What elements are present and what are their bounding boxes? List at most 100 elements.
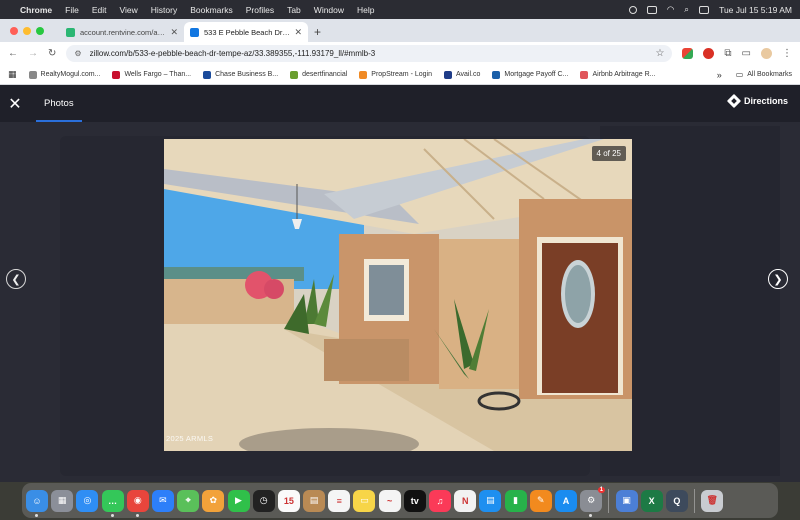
clock[interactable]: Tue Jul 15 5:19 AM: [719, 5, 792, 15]
battery-icon[interactable]: [646, 5, 657, 14]
close-viewer-icon[interactable]: ✕: [0, 86, 30, 122]
tv-icon[interactable]: tv: [403, 489, 426, 512]
directions-label: Directions: [743, 96, 788, 106]
facetime-icon[interactable]: ▶: [227, 489, 250, 512]
news-icon[interactable]: N: [454, 489, 477, 512]
bookmark-star-icon[interactable]: ☆: [655, 48, 664, 59]
new-tab-icon[interactable]: +: [314, 25, 321, 39]
keynote-icon[interactable]: ▤: [479, 489, 502, 512]
extensions-puzzle-icon[interactable]: ⧉: [724, 48, 731, 59]
trash-icon[interactable]: 🗑: [701, 489, 724, 512]
bookmark-airbnb-arbitrage[interactable]: Airbnb Arbitrage R...: [580, 70, 656, 79]
menu-edit[interactable]: Edit: [92, 5, 107, 15]
photos-icon[interactable]: ✿: [202, 489, 225, 512]
launchpad-icon[interactable]: ▦: [51, 489, 74, 512]
dock-separator: [694, 488, 696, 513]
menu-file[interactable]: File: [65, 5, 79, 15]
photo-viewer: ✕ Photos Directions ❮ ❯ 4 of 25 2025 ARM…: [0, 86, 800, 482]
bookmark-mortgage-payoff[interactable]: Mortgage Payoff C...: [492, 70, 569, 79]
chrome-menu-icon[interactable]: ⋮: [782, 48, 792, 59]
back-icon[interactable]: ←: [8, 48, 18, 59]
close-window-button[interactable]: [10, 27, 18, 35]
site-info-icon[interactable]: ⚙: [74, 49, 81, 58]
calendar-icon[interactable]: 15: [277, 489, 300, 512]
chrome-icon[interactable]: ◉: [126, 489, 149, 517]
bookmark-chase[interactable]: Chase Business B...: [203, 70, 278, 79]
safari-icon[interactable]: ◎: [76, 489, 99, 512]
menu-bookmarks[interactable]: Bookmarks: [190, 5, 233, 15]
control-center-icon[interactable]: [699, 5, 710, 14]
previous-photo-button[interactable]: ❮: [6, 269, 26, 289]
reload-icon[interactable]: ↻: [48, 48, 56, 59]
numbers-icon[interactable]: ▮: [504, 489, 527, 512]
app-store-icon[interactable]: A: [554, 489, 577, 512]
bookmark-desertfinancial[interactable]: desertfinancial: [290, 70, 347, 79]
menu-history[interactable]: History: [151, 5, 177, 15]
preview-icon[interactable]: ▣: [615, 489, 638, 512]
dock: ☺ ▦ ◎ … ◉ ✉ ⌖ ✿ ▶ ◷ 15 ▤ ≡ ▭ ~ tv ♫ N ▤ ▮ ✎ A ⚙ 1 ▣ X Q 🗑: [22, 483, 778, 518]
freeform-glyph: ~: [386, 495, 393, 506]
forward-icon[interactable]: →: [28, 48, 38, 59]
menu-view[interactable]: View: [119, 5, 137, 15]
extension-icon[interactable]: [682, 48, 694, 59]
menu-tab[interactable]: Tab: [287, 5, 301, 15]
address-bar[interactable]: ⚙ zillow.com/b/533-e-pebble-beach-dr-tem…: [66, 45, 673, 62]
extension-icon[interactable]: [703, 48, 715, 59]
zoom-window-button[interactable]: [36, 27, 44, 35]
url-text[interactable]: zillow.com/b/533-e-pebble-beach-dr-tempe…: [90, 49, 656, 58]
finder-icon[interactable]: ☺: [26, 489, 48, 517]
bookmark-propstream[interactable]: PropStream - Login: [359, 70, 432, 79]
settings-icon[interactable]: ⚙ 1: [580, 486, 606, 517]
music-glyph: ♫: [436, 495, 444, 506]
bookmark-favicon-icon: [443, 70, 452, 79]
side-panel-icon[interactable]: ▭: [742, 48, 751, 59]
bookmark-label: Mortgage Payoff C...: [504, 71, 569, 78]
bookmark-realtymogul[interactable]: RealtyMogul.com...: [28, 70, 100, 79]
bookmark-wells-fargo[interactable]: Wells Fargo – Than...: [112, 70, 191, 79]
running-indicator: [110, 513, 114, 517]
wifi-icon[interactable]: ◠: [667, 4, 674, 15]
notes-icon[interactable]: ▭: [353, 489, 376, 512]
menu-profiles[interactable]: Profiles: [246, 5, 274, 15]
all-bookmarks-button[interactable]: ▭ All Bookmarks: [736, 70, 792, 79]
mail-icon[interactable]: ✉: [151, 489, 174, 512]
profile-avatar[interactable]: [761, 48, 772, 59]
message-status-icon[interactable]: [628, 5, 637, 14]
rentvine-favicon-icon: [66, 27, 75, 37]
bookmark-favicon-icon: [359, 70, 368, 79]
tab-rentvine[interactable]: account.rentvine.com/auth/lo ✕: [60, 22, 184, 42]
numbers-glyph: ▮: [513, 495, 519, 505]
search-icon[interactable]: ⌕: [684, 4, 689, 15]
more-bookmarks-button[interactable]: »: [717, 70, 722, 80]
menu-app-name[interactable]: Chrome: [20, 5, 52, 15]
next-photo-button[interactable]: ❯: [768, 269, 788, 289]
close-tab-icon[interactable]: ✕: [294, 27, 302, 38]
bookmark-avail[interactable]: Avail.co: [443, 70, 480, 79]
calendar-glyph: 15: [283, 495, 294, 506]
minimize-window-button[interactable]: [23, 27, 31, 35]
directions-button[interactable]: Directions: [726, 93, 788, 109]
freeform-icon[interactable]: ~: [378, 489, 401, 512]
close-tab-icon[interactable]: ✕: [170, 27, 178, 38]
folder-icon: ▭: [735, 70, 744, 79]
tab-zillow[interactable]: 533 E Pebble Beach Dr Temp ✕: [184, 22, 308, 42]
messages-icon[interactable]: …: [101, 489, 124, 517]
bookmark-label: Airbnb Arbitrage R...: [592, 71, 656, 78]
reminders-icon[interactable]: ≡: [328, 489, 351, 512]
maps-icon[interactable]: ⌖: [177, 489, 200, 512]
photo-watermark: 2025 ARMLS: [166, 434, 214, 443]
messages-glyph: …: [108, 495, 118, 506]
trash-glyph: 🗑: [706, 495, 718, 505]
music-icon[interactable]: ♫: [429, 489, 451, 512]
menu-window[interactable]: Window: [314, 5, 344, 15]
menu-help[interactable]: Help: [357, 5, 374, 15]
viewer-header: ✕ Photos Directions: [0, 86, 800, 122]
pages-icon[interactable]: ✎: [529, 489, 552, 512]
quicktime-icon[interactable]: Q: [665, 489, 688, 512]
tab-photos[interactable]: Photos: [36, 86, 82, 122]
clock-icon[interactable]: ◷: [252, 489, 275, 512]
tab-strip: account.rentvine.com/auth/lo ✕ 533 E Peb…: [0, 19, 800, 42]
apps-grid-icon[interactable]: ▦: [8, 69, 17, 80]
excel-icon[interactable]: X: [640, 489, 663, 512]
folder-icon[interactable]: ▤: [303, 489, 326, 512]
